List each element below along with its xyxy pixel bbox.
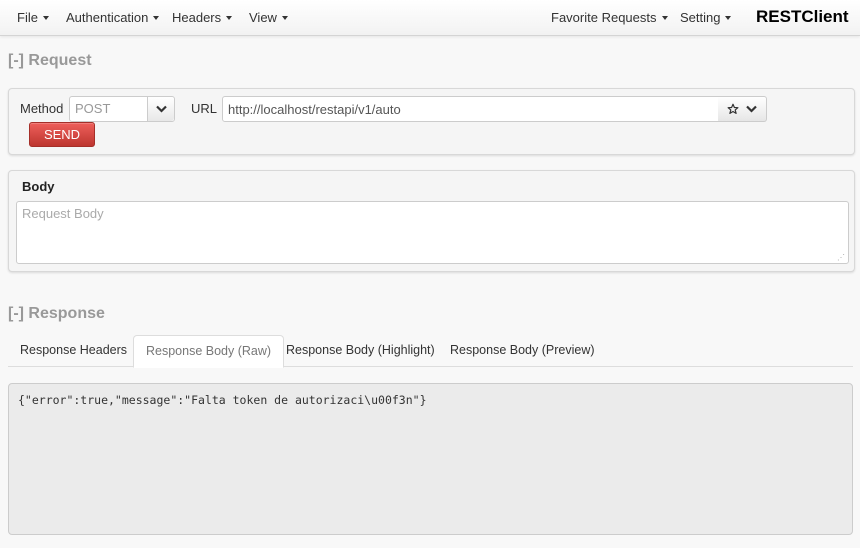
tab-response-body-raw[interactable]: Response Body (Raw) <box>133 335 285 368</box>
menu-favorite-requests-label: Favorite Requests <box>551 10 657 25</box>
tab-response-headers[interactable]: Response Headers <box>8 335 139 367</box>
menu-authentication[interactable]: Authentication <box>66 0 160 36</box>
request-panel: Method POST URL SEND <box>8 88 855 155</box>
menu-file-label: File <box>17 10 38 25</box>
response-tabs: Response Headers Response Body (Raw) Res… <box>8 335 853 368</box>
request-body-textarea[interactable] <box>16 201 849 264</box>
body-heading: Body <box>22 179 55 194</box>
method-select-value: POST <box>75 101 111 116</box>
top-navbar: File Authentication Headers View Favorit… <box>0 0 860 36</box>
caret-down-icon <box>281 15 288 20</box>
method-dropdown-button[interactable] <box>147 97 174 121</box>
resize-grip-icon[interactable]: ⋰ <box>837 253 845 262</box>
request-section-toggle[interactable]: [-] Request <box>8 52 92 70</box>
body-panel: Body ⋰ <box>8 170 855 272</box>
send-button[interactable]: SEND <box>29 122 95 147</box>
menu-view[interactable]: View <box>249 0 288 36</box>
menu-setting-label: Setting <box>680 10 721 25</box>
caret-down-icon <box>42 15 49 20</box>
method-select[interactable]: POST <box>69 96 175 122</box>
menu-file[interactable]: File <box>17 0 49 36</box>
response-section-toggle[interactable]: [-] Response <box>8 305 105 323</box>
url-favorite-button-group[interactable] <box>718 96 767 122</box>
url-label: URL <box>191 101 218 116</box>
caret-down-icon <box>226 15 233 20</box>
chevron-down-icon <box>155 105 167 113</box>
app-brand: RESTClient <box>756 7 849 26</box>
tab-response-body-preview[interactable]: Response Body (Preview) <box>438 335 607 367</box>
tab-response-body-highlight[interactable]: Response Body (Highlight) <box>274 335 447 367</box>
method-label: Method <box>20 101 64 116</box>
response-body-raw: {"error":true,"message":"Falta token de … <box>8 383 853 535</box>
url-input[interactable] <box>222 96 719 122</box>
caret-down-icon <box>725 15 732 20</box>
menu-favorite-requests[interactable]: Favorite Requests <box>551 0 668 36</box>
menu-headers-label: Headers <box>172 10 222 25</box>
menu-headers[interactable]: Headers <box>172 0 233 36</box>
star-icon[interactable] <box>727 103 739 115</box>
caret-down-icon <box>153 15 160 20</box>
caret-down-icon <box>661 15 668 20</box>
menu-setting[interactable]: Setting <box>680 0 732 36</box>
chevron-down-icon[interactable] <box>745 105 757 113</box>
menu-authentication-label: Authentication <box>66 10 149 25</box>
menu-view-label: View <box>249 10 277 25</box>
